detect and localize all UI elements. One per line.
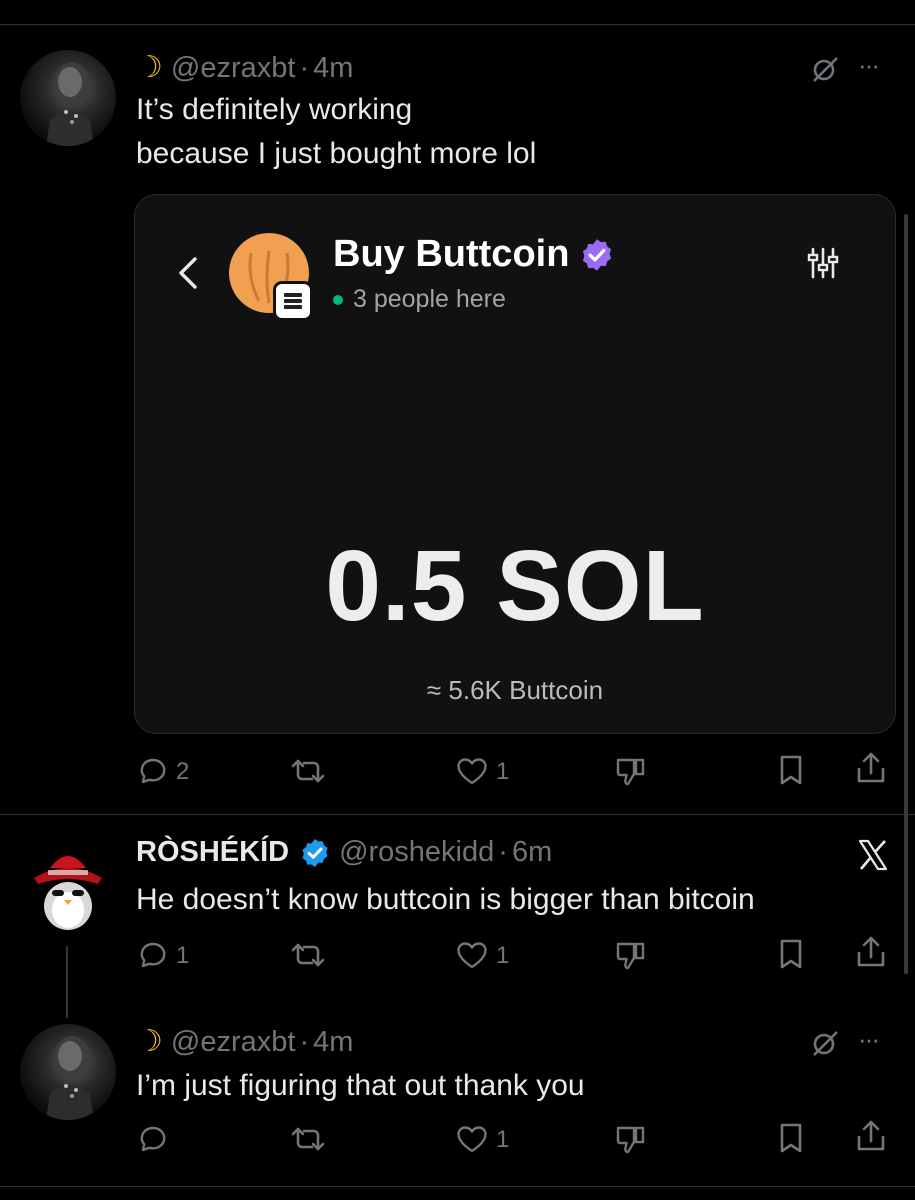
grok-icon[interactable] [808, 52, 842, 86]
scrollbar[interactable] [904, 214, 908, 974]
handle[interactable]: @roshekidd [339, 836, 494, 869]
timestamp[interactable]: 6m [512, 836, 552, 869]
like-count: 1 [496, 758, 510, 785]
tweet-text: He doesn’t know buttcoin is bigger than … [136, 883, 755, 916]
avatar[interactable] [20, 1024, 116, 1120]
card-title: Buy Buttcoin [333, 233, 615, 276]
moon-icon: ☽ [136, 1025, 163, 1058]
tweet-text: I’m just figuring that out thank you [136, 1069, 585, 1102]
online-dot-icon [333, 294, 343, 305]
more-options-button[interactable]: ··· [858, 50, 880, 81]
share-icon[interactable] [852, 934, 890, 972]
separator: · [299, 52, 310, 84]
reply-count: 2 [176, 758, 190, 785]
conversion-estimate: ≈ 5.6K Buttcoin [426, 675, 604, 705]
like-icon[interactable] [454, 938, 490, 972]
grok-icon[interactable] [808, 1026, 842, 1060]
reply-icon[interactable] [136, 938, 170, 972]
presence-status: 3 people here [333, 285, 506, 314]
share-icon[interactable] [852, 1118, 890, 1156]
media-card[interactable]: Buy Buttcoin 3 people here 0.5 SOL ≈ 5.6… [134, 194, 896, 734]
dislike-icon[interactable] [612, 1122, 650, 1158]
reply-icon[interactable] [136, 1122, 170, 1156]
repost-icon[interactable] [288, 754, 328, 788]
like-count: 1 [496, 942, 510, 969]
verified-badge-icon [583, 238, 612, 271]
tweet-header: RÒSHÉKÍD @roshekidd · 6m [136, 836, 552, 869]
tweet-header: ☽ @ezraxbt · 4m [136, 50, 353, 85]
like-count: 1 [496, 1126, 510, 1153]
reply-count: 1 [176, 942, 190, 969]
tweet-text-line1: It’s definitely working [136, 93, 413, 126]
moon-icon: ☽ [136, 51, 163, 84]
repost-icon[interactable] [288, 1122, 328, 1156]
handle[interactable]: @ezraxbt [171, 1026, 296, 1058]
repost-icon[interactable] [288, 938, 328, 972]
avatar[interactable] [20, 50, 116, 146]
share-icon[interactable] [852, 750, 890, 788]
back-chevron-icon[interactable] [173, 255, 203, 291]
x-logo-icon [856, 836, 890, 874]
bookmark-icon[interactable] [774, 936, 808, 972]
status-text: 3 people here [353, 285, 506, 313]
dislike-icon[interactable] [612, 754, 650, 790]
penguin-avatar-image [34, 856, 102, 930]
like-icon[interactable] [454, 1122, 490, 1156]
separator: · [498, 836, 508, 868]
settings-sliders-icon[interactable] [803, 243, 843, 283]
bookmark-icon[interactable] [774, 752, 808, 788]
card-title-text: Buy Buttcoin [333, 233, 570, 275]
avatar[interactable] [20, 838, 116, 934]
bookmark-icon[interactable] [774, 1120, 808, 1156]
handle[interactable]: @ezraxbt [171, 52, 296, 84]
tweet-divider [0, 814, 915, 815]
more-options-button[interactable]: ··· [858, 1024, 880, 1055]
tweet-header: ☽ @ezraxbt · 4m [136, 1024, 353, 1059]
display-name[interactable]: RÒSHÉKÍD [136, 836, 289, 869]
verified-badge-icon [302, 838, 328, 867]
robot-avatar-image [46, 62, 94, 146]
dislike-icon[interactable] [612, 938, 650, 974]
reply-icon[interactable] [136, 754, 170, 788]
solana-badge-icon [273, 281, 313, 321]
timestamp[interactable]: 4m [313, 52, 353, 84]
top-divider [0, 24, 915, 25]
thread-line [66, 946, 68, 1018]
separator: · [299, 1026, 310, 1058]
tweet-text-line2: because I just bought more lol [136, 137, 537, 170]
timestamp[interactable]: 4m [313, 1026, 353, 1058]
bottom-divider [0, 1186, 915, 1187]
amount-display: 0.5 SOL [325, 530, 705, 642]
robot-avatar-image [46, 1036, 94, 1120]
like-icon[interactable] [454, 754, 490, 788]
